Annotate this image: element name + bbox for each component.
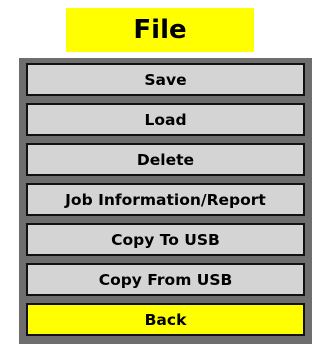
load-button[interactable]: Load — [26, 103, 305, 136]
back-button[interactable]: Back — [26, 303, 305, 336]
job-information-report-button[interactable]: Job Information/Report — [26, 183, 305, 216]
delete-button[interactable]: Delete — [26, 143, 305, 176]
page-title: File — [66, 8, 254, 52]
file-menu-panel: Save Load Delete Job Information/Report … — [19, 58, 312, 344]
copy-from-usb-button[interactable]: Copy From USB — [26, 263, 305, 296]
copy-to-usb-button[interactable]: Copy To USB — [26, 223, 305, 256]
save-button[interactable]: Save — [26, 63, 305, 96]
